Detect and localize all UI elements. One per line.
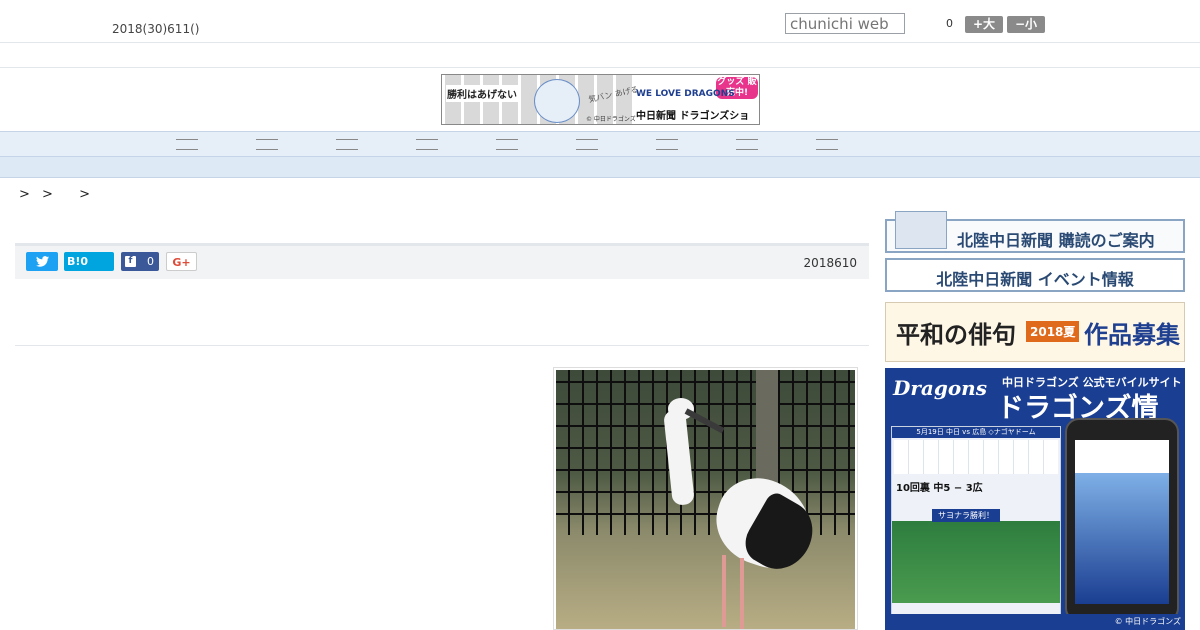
breadcrumb-separator: > [19,187,30,202]
dragons-mobile-banner[interactable]: Dragons 中日ドラゴンズ 公式モバイルサイト ドラゴンズ情報 5月19日 … [885,368,1185,630]
dragons-footer: © 中日ドラゴンズ [885,614,1185,630]
haiku-banner[interactable]: 平和の俳句 2018夏 作品募集 [885,302,1185,362]
haiku-tag: 2018夏 [1026,321,1080,342]
font-smaller-button[interactable]: −小 [1007,16,1045,33]
banner-shop-name: 中日新聞 ドラゴンズショップ [636,111,750,122]
events-banner[interactable]: 北陸中日新聞 イベント情報 [885,258,1185,292]
stork-leg [740,558,744,629]
nav-label-placeholder [336,139,358,150]
nav-label-placeholder [416,139,438,150]
nav-label-placeholder [736,139,758,150]
font-bigger-button[interactable]: +大 [965,16,1003,33]
haiku-title: 平和の俳句 [896,320,1016,349]
sub-nav [0,157,1200,178]
fence-graphic [556,370,855,535]
scoreboard-header: 5月19日 中日 vs 広島 ◇ナゴヤドーム [892,427,1060,438]
nav-item-8[interactable] [717,136,777,152]
breadcrumb-separator: > [79,187,90,202]
header-date: 2018(30)611() [112,22,200,36]
article-date: 2018610 [803,256,857,270]
main-nav [0,131,1200,157]
breadcrumb: > > > [19,187,98,202]
nav-label-placeholder [176,139,198,150]
header-subbar [0,43,1200,68]
stork-photo [556,370,855,629]
banner-we-love: WE LOVE DRAGONS [636,89,735,99]
share-bar: B!0 f 0 G+ 2018610 [15,243,869,279]
nav-label-placeholder [576,139,598,150]
stork-leg [722,555,726,627]
facebook-share-button[interactable]: f 0 [121,252,159,271]
nav-label-placeholder [496,139,518,150]
dragons-logo: Dragons [893,376,987,400]
nav-label-placeholder [656,139,678,150]
nav-item-9[interactable] [797,136,857,152]
article-photo[interactable] [553,367,858,630]
nav-item-1[interactable] [157,136,217,152]
scoreboard-grid [894,440,1058,474]
dragons-copyright: © 中日ドラゴンズ [1114,617,1181,626]
font-size-indicator: 0 [946,17,953,30]
scoreboard-win: サヨナラ勝利！ [932,509,1000,522]
baseball-field [892,521,1060,603]
subscribe-banner[interactable]: 北陸中日新聞 購読のご案内 [885,211,1185,253]
events-label: 北陸中日新聞 イベント情報 [936,270,1134,289]
facebook-icon: f [125,256,136,267]
banner-slogan: 勝利はあげない [446,85,518,102]
twitter-bird-icon [35,256,49,267]
phone-screen [1075,440,1169,604]
banner-copyright: © 中日ドラゴンズ [586,116,636,123]
mascot-image [534,79,580,123]
haiku-tail: 作品募集 [1084,320,1180,349]
top-bar: 2018(30)611() 0 +大 −小 [0,0,1200,43]
nav-item-7[interactable] [637,136,697,152]
subscribe-label: 北陸中日新聞 購読のご案内 [957,231,1155,250]
breadcrumb-separator: > [42,187,53,202]
nav-item-6[interactable] [557,136,617,152]
newspaper-book-icon [895,211,947,249]
nav-item-4[interactable] [397,136,457,152]
facebook-count: 0 [147,255,154,268]
nav-label-placeholder [816,139,838,150]
smartphone-image [1065,418,1179,622]
google-plus-button[interactable]: G+ [166,252,197,271]
hatena-bookmark-button[interactable]: B!0 [64,252,114,271]
nav-item-5[interactable] [477,136,537,152]
nav-label-placeholder [256,139,278,150]
scoreboard-score: 10回裏 中5 − 3広 [896,483,983,494]
content-divider [15,345,869,346]
search-input[interactable] [785,13,905,34]
scoreboard-graphic: 5月19日 中日 vs 広島 ◇ナゴヤドーム 10回裏 中5 − 3広 サヨナラ… [891,426,1061,616]
nav-item-3[interactable] [317,136,377,152]
nav-item-2[interactable] [237,136,297,152]
dragons-shop-banner[interactable]: 勝利はあげない 気バン あげる グッズ 販売中! WE LOVE DRAGONS… [441,74,760,125]
twitter-share-button[interactable] [26,252,58,271]
